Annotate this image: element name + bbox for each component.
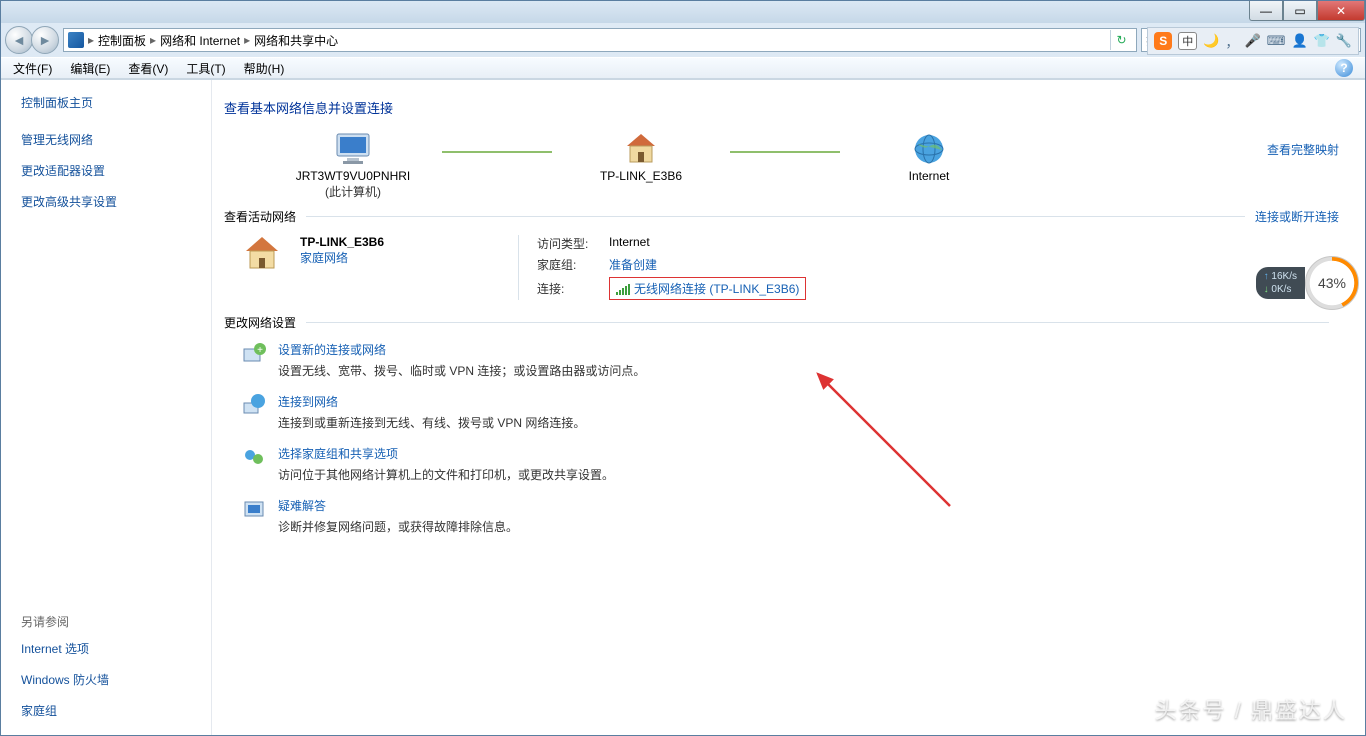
back-button[interactable]: ◄ — [5, 26, 33, 54]
menu-help[interactable]: 帮助(H) — [236, 58, 293, 79]
troubleshoot-icon — [242, 497, 266, 521]
homegroup-options-link[interactable]: 选择家庭组和共享选项 — [278, 445, 398, 462]
list-item: 选择家庭组和共享选项 访问位于其他网络计算机上的文件和打印机，或更改共享设置。 — [242, 445, 1339, 483]
control-panel-icon — [68, 32, 84, 48]
system-monitor-widget[interactable]: 16K/s 0K/s 43% — [1256, 256, 1359, 310]
content-pane: 查看基本网络信息并设置连接 JRT3WT9VU0PNHRI (此计算机) TP- — [211, 80, 1365, 735]
sidebar-link-adapter[interactable]: 更改适配器设置 — [21, 162, 203, 179]
homegroup-label: 家庭组: — [537, 256, 609, 273]
map-node-pc: JRT3WT9VU0PNHRI (此计算机) — [278, 131, 428, 200]
home-network-icon — [242, 235, 282, 271]
address-bar[interactable]: ▸ 控制面板 ▸ 网络和 Internet ▸ 网络和共享中心 ↻ — [63, 28, 1137, 52]
map-link-2 — [730, 151, 840, 153]
menu-tools[interactable]: 工具(T) — [178, 58, 233, 79]
sidebar-link-wireless[interactable]: 管理无线网络 — [21, 131, 203, 148]
moon-icon[interactable]: 🌙 — [1203, 33, 1219, 49]
breadcrumb-root[interactable]: 控制面板 — [98, 32, 146, 49]
active-networks-header: 查看活动网络 — [224, 208, 296, 225]
breadcrumb-leaf[interactable]: 网络和共享中心 — [254, 32, 338, 49]
breadcrumb-mid[interactable]: 网络和 Internet — [160, 32, 240, 49]
setup-new-connection-link[interactable]: 设置新的连接或网络 — [278, 341, 386, 358]
sogou-icon: S — [1154, 32, 1172, 50]
seealso-internet-options[interactable]: Internet 选项 — [21, 640, 203, 657]
ime-lang[interactable]: 中 — [1178, 32, 1197, 50]
download-speed: 0K/s — [1264, 284, 1297, 295]
network-name: TP-LINK_E3B6 — [300, 235, 500, 249]
homegroup-link[interactable]: 准备创建 — [609, 258, 657, 272]
sidebar-link-sharing[interactable]: 更改高级共享设置 — [21, 193, 203, 210]
map-node-internet: Internet — [854, 131, 1004, 183]
refresh-button[interactable]: ↻ — [1110, 30, 1132, 50]
svg-text:+: + — [257, 345, 263, 356]
control-panel-home[interactable]: 控制面板主页 — [21, 94, 203, 111]
mic-icon[interactable]: 🎤 — [1244, 33, 1260, 49]
list-item: 连接到网络 连接到或重新连接到无线、有线、拨号或 VPN 网络连接。 — [242, 393, 1339, 431]
list-item: + 设置新的连接或网络 设置无线、宽带、拨号、临时或 VPN 连接；或设置路由器… — [242, 341, 1339, 379]
change-settings-list: + 设置新的连接或网络 设置无线、宽带、拨号、临时或 VPN 连接；或设置路由器… — [242, 341, 1339, 535]
connection-highlight-box: 无线网络连接 (TP-LINK_E3B6) — [609, 277, 806, 300]
network-type-link[interactable]: 家庭网络 — [300, 249, 500, 266]
menu-edit[interactable]: 编辑(E) — [62, 58, 118, 79]
new-connection-icon: + — [242, 341, 266, 365]
network-map: JRT3WT9VU0PNHRI (此计算机) TP-LINK_E3B6 Inte… — [224, 131, 1339, 200]
maximize-button[interactable]: ▭ — [1283, 1, 1317, 21]
connect-network-icon — [242, 393, 266, 417]
menu-file[interactable]: 文件(F) — [5, 58, 60, 79]
access-type-label: 访问类型: — [537, 235, 609, 252]
menu-bar: 文件(F) 编辑(E) 查看(V) 工具(T) 帮助(H) ? — [1, 57, 1365, 79]
seealso-header: 另请参阅 — [21, 613, 203, 630]
change-settings-header: 更改网络设置 — [224, 314, 296, 331]
user-icon[interactable]: 👤 — [1291, 33, 1307, 49]
minimize-button[interactable]: — — [1249, 1, 1283, 21]
connection-label: 连接: — [537, 280, 609, 297]
active-network-row: TP-LINK_E3B6 家庭网络 访问类型: Internet 家庭组: 准备… — [242, 235, 1339, 300]
map-node-router: TP-LINK_E3B6 — [566, 131, 716, 183]
wrench-icon[interactable]: 🔧 — [1336, 33, 1352, 49]
keyboard-icon[interactable]: ⌨ — [1267, 33, 1286, 49]
seealso-homegroup[interactable]: 家庭组 — [21, 702, 203, 719]
troubleshoot-link[interactable]: 疑难解答 — [278, 497, 326, 514]
sidebar: 控制面板主页 管理无线网络 更改适配器设置 更改高级共享设置 另请参阅 Inte… — [1, 80, 211, 735]
titlebar: — ▭ ✕ — [1, 1, 1365, 23]
globe-icon — [854, 131, 1004, 167]
connect-disconnect-link[interactable]: 连接或断开连接 — [1255, 208, 1339, 225]
homegroup-icon — [242, 445, 266, 469]
comma-icon[interactable]: ， — [1225, 32, 1238, 51]
forward-button[interactable]: ► — [31, 26, 59, 54]
list-item: 疑难解答 诊断并修复网络问题，或获得故障排除信息。 — [242, 497, 1339, 535]
upload-speed: 16K/s — [1264, 271, 1297, 282]
view-full-map[interactable]: 查看完整映射 — [1267, 143, 1339, 157]
usage-ring: 43% — [1305, 256, 1359, 310]
connect-to-network-link[interactable]: 连接到网络 — [278, 393, 338, 410]
page-title: 查看基本网络信息并设置连接 — [224, 98, 1339, 117]
computer-icon — [278, 131, 428, 167]
help-icon[interactable]: ? — [1335, 59, 1353, 77]
signal-bars-icon — [616, 283, 630, 295]
menu-view[interactable]: 查看(V) — [120, 58, 176, 79]
ime-toolbar[interactable]: S 中 🌙 ， 🎤 ⌨ 👤 👕 🔧 — [1147, 27, 1359, 55]
seealso-firewall[interactable]: Windows 防火墙 — [21, 671, 203, 688]
map-link-1 — [442, 151, 552, 153]
shirt-icon[interactable]: 👕 — [1314, 33, 1330, 49]
explorer-window: — ▭ ✕ ◄ ► ▸ 控制面板 ▸ 网络和 Internet ▸ 网络和共享中… — [0, 0, 1366, 736]
breadcrumb-sep: ▸ — [88, 33, 94, 47]
close-button[interactable]: ✕ — [1317, 1, 1365, 21]
wireless-connection-link[interactable]: 无线网络连接 (TP-LINK_E3B6) — [634, 280, 799, 297]
access-type-value: Internet — [609, 235, 829, 252]
router-icon — [566, 131, 716, 167]
